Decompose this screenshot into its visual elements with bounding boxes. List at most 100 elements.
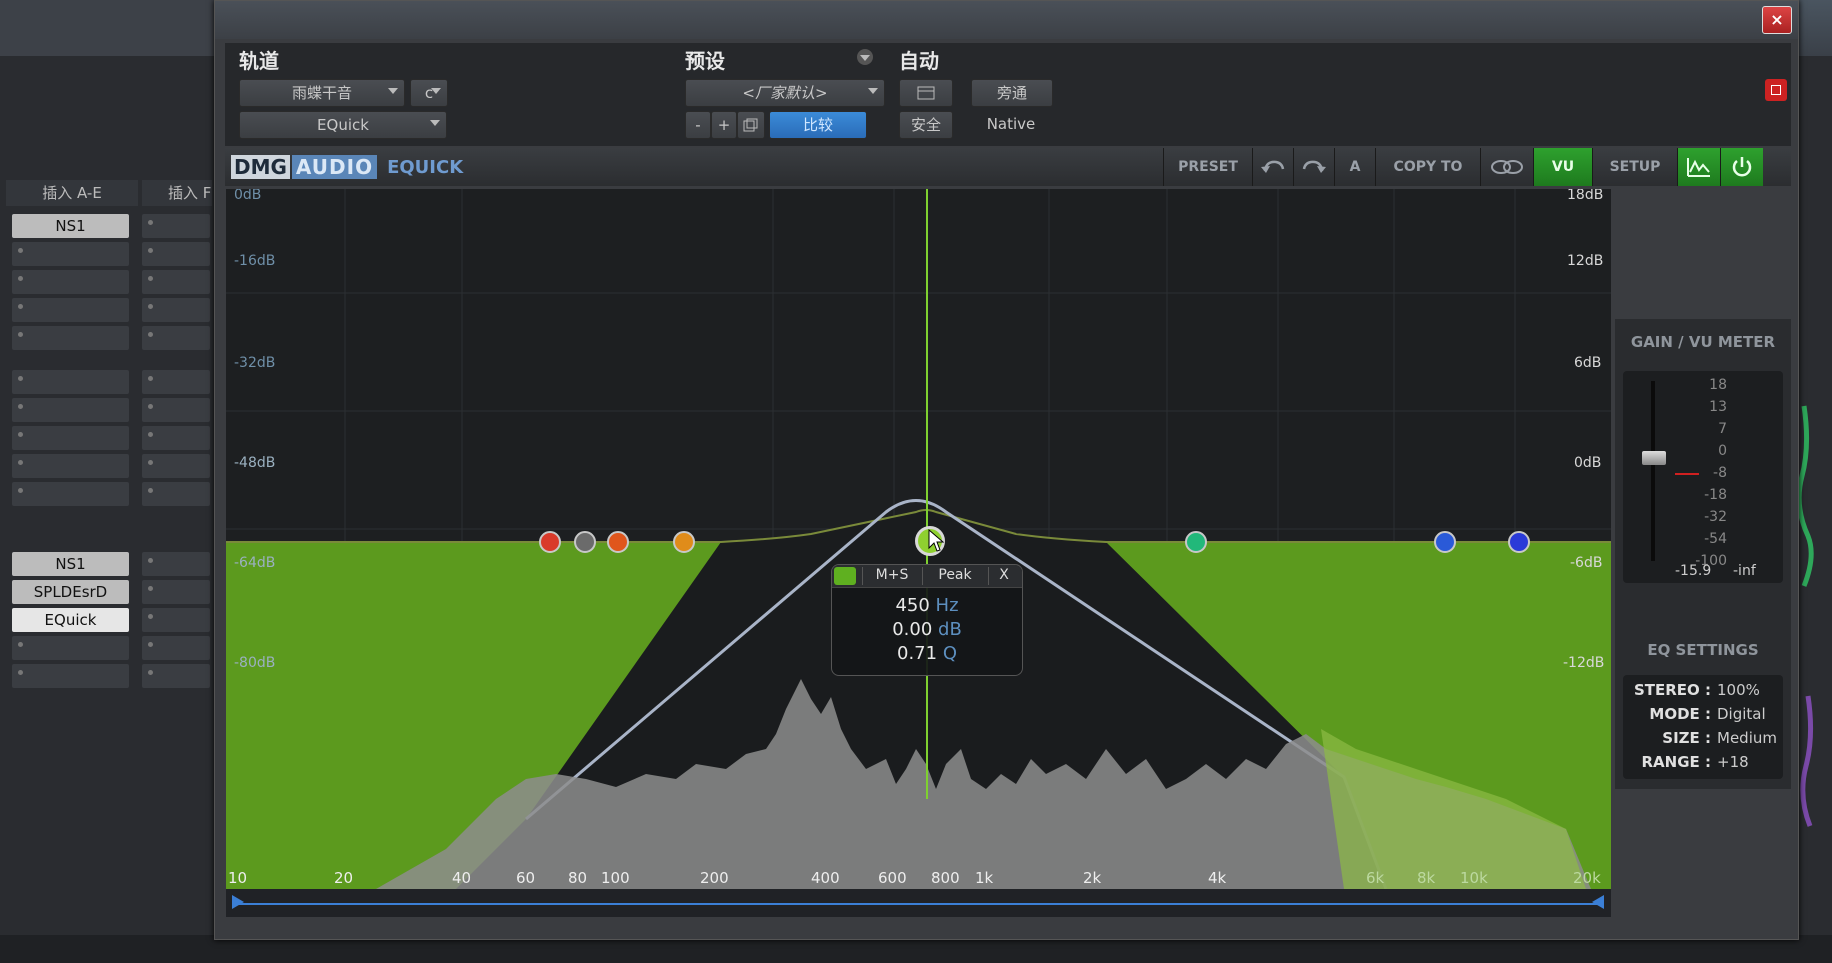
analyzer-icon [1687, 158, 1710, 177]
band-type-selector[interactable]: Peak [922, 567, 987, 585]
insert-slot[interactable] [142, 298, 210, 322]
track-select-dropdown[interactable]: 雨蝶干音 [239, 79, 405, 107]
frequency-range-scrollbar[interactable] [226, 889, 1611, 917]
insert-slot[interactable] [12, 242, 129, 266]
insert-slot[interactable] [142, 398, 210, 422]
band-node-3[interactable] [607, 531, 629, 553]
band-node-6[interactable] [1185, 531, 1207, 553]
right-scale-label: 12dB [1567, 253, 1604, 269]
band-close-button[interactable]: X [988, 567, 1019, 585]
insert-slot[interactable] [12, 426, 129, 450]
power-button[interactable] [1720, 148, 1763, 186]
undo-icon [1261, 160, 1285, 173]
band-q-field[interactable]: 0.71 Q [832, 643, 1022, 664]
eq-graph[interactable]: 0dB -16dB -32dB -48dB -64dB -80dB 18dB 1… [226, 189, 1611, 889]
insert-slot-splde[interactable]: SPLDEsrD [12, 580, 129, 604]
band-node-7[interactable] [1434, 531, 1456, 553]
band-mode-selector[interactable]: M+S [862, 567, 921, 585]
insert-slot[interactable] [142, 326, 210, 350]
automation-window-button[interactable] [899, 79, 953, 107]
setup-button[interactable]: SETUP [1592, 148, 1677, 186]
ab-compare-button[interactable]: A [1334, 148, 1375, 186]
record-indicator-icon[interactable] [1765, 79, 1787, 101]
undo-button[interactable] [1252, 148, 1293, 186]
link-button[interactable] [1480, 148, 1533, 186]
copy-to-button[interactable]: COPY TO [1375, 148, 1480, 186]
vu-toggle-button[interactable]: VU [1533, 148, 1592, 186]
insert-slot[interactable] [142, 214, 210, 238]
insert-slot[interactable] [142, 482, 210, 506]
insert-slot-ns1[interactable]: NS1 [12, 552, 129, 576]
eq-settings-title: EQ SETTINGS [1647, 641, 1759, 659]
insert-slot[interactable] [12, 270, 129, 294]
insert-slot[interactable] [142, 636, 210, 660]
eq-settings-panel[interactable]: STEREO : 100% MODE : Digital SIZE : Medi… [1623, 675, 1783, 779]
preset-copy-button[interactable] [737, 111, 765, 139]
band-node-8[interactable] [1508, 531, 1530, 553]
insert-slot[interactable] [142, 242, 210, 266]
redo-button[interactable] [1293, 148, 1334, 186]
channel-select-dropdown[interactable]: c [410, 79, 448, 107]
vu-scale-label: 0 [1718, 443, 1727, 459]
left-scale-label: -16dB [234, 253, 276, 269]
insert-slot-equick[interactable]: EQuick [12, 608, 129, 632]
band-node-1[interactable] [539, 531, 561, 553]
mode-value[interactable]: Digital [1717, 705, 1766, 723]
insert-slot[interactable] [142, 664, 210, 688]
bypass-button[interactable]: 旁通 [971, 79, 1053, 107]
right-scale-label: 0dB [1574, 455, 1602, 471]
insert-header-f[interactable]: 插入 F [142, 180, 212, 206]
freq-label: 8k [1417, 869, 1436, 887]
insert-slot[interactable] [142, 370, 210, 394]
band-enable-toggle[interactable] [834, 567, 856, 585]
insert-slot-ns1-top[interactable]: NS1 [12, 214, 129, 238]
insert-slot[interactable] [12, 636, 129, 660]
range-right-handle[interactable] [1592, 895, 1604, 909]
band-gain-field[interactable]: 0.00 dB [832, 619, 1022, 640]
range-left-handle[interactable] [232, 895, 244, 909]
band-q-unit: Q [942, 643, 957, 664]
band-node-2[interactable] [574, 531, 596, 553]
insert-slot[interactable] [142, 454, 210, 478]
insert-select-dropdown[interactable]: EQuick [239, 111, 447, 139]
insert-slot[interactable] [142, 608, 210, 632]
insert-slot[interactable] [12, 298, 129, 322]
freq-label: 10k [1460, 869, 1488, 887]
freq-label: 200 [700, 869, 729, 887]
freq-label: 40 [452, 869, 472, 887]
size-value[interactable]: Medium [1717, 729, 1777, 747]
safe-button[interactable]: 安全 [899, 111, 953, 139]
insert-slot[interactable] [142, 552, 210, 576]
compare-button[interactable]: 比较 [769, 111, 867, 139]
insert-header-a-e[interactable]: 插入 A-E [6, 180, 138, 206]
gain-fader-track [1651, 381, 1655, 561]
insert-slot[interactable] [142, 270, 210, 294]
insert-slot-label: NS1 [55, 555, 86, 573]
insert-slot[interactable] [142, 426, 210, 450]
insert-slot[interactable] [12, 664, 129, 688]
preset-next-button[interactable]: + [711, 111, 737, 139]
window-titlebar[interactable] [215, 1, 1798, 39]
gain-fader-handle[interactable] [1642, 451, 1666, 465]
band-frequency-field[interactable]: 450 Hz [832, 595, 1022, 616]
plugin-window: × 轨道 预设 自动 雨蝶干音 c EQuick <厂家默认> - + 比较 安… [214, 0, 1799, 940]
insert-slot[interactable] [12, 370, 129, 394]
preset-select-dropdown[interactable]: <厂家默认> [685, 79, 885, 107]
stereo-value[interactable]: 100% [1717, 681, 1760, 699]
close-window-button[interactable]: × [1762, 6, 1792, 34]
insert-slot[interactable] [12, 482, 129, 506]
range-value[interactable]: +18 [1717, 753, 1749, 771]
window-icon [917, 86, 935, 100]
daw-mix-strip: 插入 A-E 插入 F NS1 NS1 SPLDEsrD EQuick [0, 56, 215, 963]
logo-dmg: DMG [231, 155, 290, 179]
analyzer-toggle-button[interactable] [1677, 148, 1720, 186]
preset-button[interactable]: PRESET [1163, 148, 1252, 186]
band-node-4[interactable] [673, 531, 695, 553]
track-name: 雨蝶干音 [291, 84, 352, 102]
preset-menu-icon[interactable] [857, 49, 873, 65]
insert-slot[interactable] [142, 580, 210, 604]
insert-slot[interactable] [12, 398, 129, 422]
preset-prev-button[interactable]: - [685, 111, 711, 139]
insert-slot[interactable] [12, 326, 129, 350]
insert-slot[interactable] [12, 454, 129, 478]
